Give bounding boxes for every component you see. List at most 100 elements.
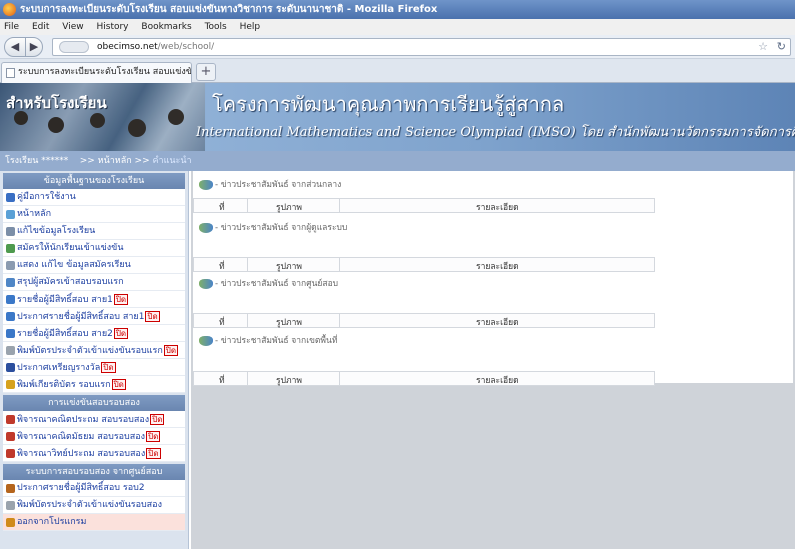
- sidebar-item[interactable]: หน้าหลัก: [3, 206, 185, 223]
- col-no: ที่: [219, 376, 225, 386]
- sidebar-item[interactable]: ประกาศรายชื่อผู้มีสิทธิ์สอบ สาย1 ปิด: [3, 308, 185, 325]
- list-icon: [6, 261, 15, 270]
- news-table-header: ที่ รูปภาพ รายละเอียด: [193, 198, 655, 213]
- page-favicon-icon: [6, 68, 15, 78]
- sidebar-section-header: ระบบการสอบรอบสอง จากศูนย์สอบ: [3, 464, 185, 480]
- news-table-header: ที่ รูปภาพ รายละเอียด: [193, 371, 655, 386]
- sidebar-section-header: ข้อมูลพื้นฐานของโรงเรียน: [3, 173, 185, 189]
- sidebar-item[interactable]: พิจารณาคณิตประถม สอบรอบสอง ปิด: [3, 411, 185, 428]
- sidebar-item-label: หน้าหลัก: [17, 209, 52, 219]
- sidebar-item[interactable]: คู่มือการใช้งาน: [3, 189, 185, 206]
- url-path: /web/school/: [157, 42, 215, 52]
- sidebar-item-label: สรุปผู้สมัครเข้าสอบรอบแรก: [17, 277, 124, 287]
- sidebar-item[interactable]: พิมพ์บัตรประจำตัวเข้าแข่งขันรอบสอง: [3, 497, 185, 514]
- sidebar-item-label: พิมพ์บัตรประจำตัวเข้าแข่งขันรอบแรก: [17, 346, 163, 356]
- new-tab-button[interactable]: +: [196, 63, 216, 81]
- closed-badge: ปิด: [146, 448, 161, 459]
- menu-bookmarks[interactable]: Bookmarks: [141, 22, 191, 32]
- sidebar-item-label: พิจารณาคณิตประถม สอบรอบสอง: [17, 415, 150, 425]
- school-section-label: สำหรับโรงเรียน: [6, 94, 107, 112]
- menu-history[interactable]: History: [96, 22, 128, 32]
- sidebar-item[interactable]: พิจารณาคณิตมัธยม สอบรอบสอง ปิด: [3, 428, 185, 445]
- sidebar-item-label: พิมพ์บัตรประจำตัวเข้าแข่งขันรอบสอง: [17, 500, 162, 510]
- check-icon: [6, 415, 15, 424]
- sidebar-item[interactable]: แสดง แก้ไข ข้อมูลสมัครเรียน: [3, 257, 185, 274]
- globe-icon: [6, 295, 15, 304]
- forward-button[interactable]: ▶: [25, 37, 43, 57]
- summary-icon: [6, 278, 15, 287]
- news-section-central: - ข่าวประชาสัมพันธ์ จากส่วนกลาง: [193, 175, 793, 196]
- col-detail: รายละเอียด: [476, 262, 519, 272]
- site-identity-icon[interactable]: [59, 41, 89, 53]
- bookmark-star-icon[interactable]: ☆: [758, 39, 768, 55]
- news-section-exam-center: - ข่าวประชาสัมพันธ์ จากศูนย์สอบ: [193, 274, 793, 295]
- sidebar-item[interactable]: พิมพ์เกียรติบัตร รอบแรก ปิด: [3, 376, 185, 393]
- tab-label: ระบบการลงทะเบียนระดับโรงเรียน สอบแข่งขัน…: [18, 67, 192, 77]
- home-icon: [6, 210, 15, 219]
- sidebar-item[interactable]: รายชื่อผู้มีสิทธิ์สอบ สาย1 ปิด: [3, 291, 185, 308]
- back-button[interactable]: ◀: [4, 37, 26, 57]
- main-content: - ข่าวประชาสัมพันธ์ จากส่วนกลาง ที่ รูปภ…: [191, 171, 795, 549]
- sidebar-item-label: ประกาศเหรียญรางวัล: [17, 363, 101, 373]
- col-image: รูปภาพ: [276, 318, 302, 328]
- sidebar-item-label: พิจารณาคณิตมัธยม สอบรอบสอง: [17, 432, 146, 442]
- sidebar-item[interactable]: ออกจากโปรแกรม: [3, 514, 185, 531]
- print-icon: [6, 501, 15, 510]
- menu-tools[interactable]: Tools: [205, 22, 227, 32]
- firefox-icon: [3, 3, 16, 16]
- news-heading: - ข่าวประชาสัมพันธ์ จากศูนย์สอบ: [215, 279, 339, 289]
- menu-view[interactable]: View: [62, 22, 83, 32]
- col-image: รูปภาพ: [276, 376, 302, 386]
- book-icon: [6, 193, 15, 202]
- back-arrow-icon: ◀: [10, 40, 20, 53]
- sidebar-item-label: คู่มือการใช้งาน: [17, 192, 76, 202]
- reload-icon[interactable]: ↻: [777, 39, 786, 55]
- window-title: ระบบการลงทะเบียนระดับโรงเรียน สอบแข่งขัน…: [20, 4, 438, 15]
- sidebar-item[interactable]: รายชื่อผู้มีสิทธิ์สอบ สาย2 ปิด: [3, 325, 185, 342]
- col-detail: รายละเอียด: [476, 376, 519, 386]
- sidebar-item-label: ประกาศรายชื่อผู้มีสิทธิ์สอบ รอบ2: [17, 483, 145, 493]
- medal-icon: [6, 363, 15, 372]
- col-no: ที่: [219, 203, 225, 213]
- sidebar-item-label: พิมพ์เกียรติบัตร รอบแรก: [17, 380, 111, 390]
- col-image: รูปภาพ: [276, 203, 302, 213]
- tab-active[interactable]: ระบบการลงทะเบียนระดับโรงเรียน สอบแข่งขัน…: [1, 62, 192, 83]
- sidebar-item[interactable]: พิจารณาวิทย์ประถม สอบรอบสอง ปิด: [3, 445, 185, 462]
- sidebar-item-label: แสดง แก้ไข ข้อมูลสมัครเรียน: [17, 260, 131, 270]
- menu-file[interactable]: File: [4, 22, 19, 32]
- breadcrumb-home-link[interactable]: >> หน้าหลัก >>: [80, 156, 150, 166]
- megaphone-icon: [199, 223, 213, 233]
- sidebar-menu: ข้อมูลพื้นฐานของโรงเรียนคู่มือการใช้งานห…: [0, 171, 189, 549]
- sidebar-item-label: ออกจากโปรแกรม: [17, 517, 87, 527]
- project-title-thai: โครงการพัฒนาคุณภาพการเรียนรู้สู่สากล: [212, 92, 565, 116]
- col-image: รูปภาพ: [276, 262, 302, 272]
- closed-badge: ปิด: [113, 294, 129, 305]
- check-icon: [6, 449, 15, 458]
- sidebar-item[interactable]: ประกาศเหรียญรางวัล ปิด: [3, 359, 185, 376]
- sidebar-item-label: รายชื่อผู้มีสิทธิ์สอบ สาย1: [17, 295, 113, 305]
- site-banner: สำหรับโรงเรียน โครงการพัฒนาคุณภาพการเรีย…: [0, 83, 795, 151]
- sidebar-item[interactable]: สรุปผู้สมัครเข้าสอบรอบแรก: [3, 274, 185, 291]
- col-detail: รายละเอียด: [476, 318, 519, 328]
- sidebar-item-label: ประกาศรายชื่อผู้มีสิทธิ์สอบ สาย1: [17, 312, 145, 322]
- sidebar-item[interactable]: พิมพ์บัตรประจำตัวเข้าแข่งขันรอบแรก ปิด: [3, 342, 185, 359]
- sidebar-item-label: พิจารณาวิทย์ประถม สอบรอบสอง: [17, 449, 146, 459]
- sidebar-item-label: สมัครให้นักเรียนเข้าแข่งขัน: [17, 243, 124, 253]
- sidebar-item-label: แก้ไขข้อมูลโรงเรียน: [17, 226, 96, 236]
- certificate-icon: [6, 380, 15, 389]
- menu-edit[interactable]: Edit: [32, 22, 49, 32]
- sidebar-item[interactable]: แก้ไขข้อมูลโรงเรียน: [3, 223, 185, 240]
- news-table-header: ที่ รูปภาพ รายละเอียด: [193, 313, 655, 328]
- sidebar-section-header: การแข่งขันสอบรอบสอง: [3, 395, 185, 411]
- menu-help[interactable]: Help: [240, 22, 261, 32]
- url-host: obecimso.net: [97, 42, 158, 52]
- closed-badge: ปิด: [145, 311, 160, 322]
- globe-icon: [6, 329, 15, 338]
- sidebar-item[interactable]: สมัครให้นักเรียนเข้าแข่งขัน: [3, 240, 185, 257]
- megaphone-icon: [199, 336, 213, 346]
- sidebar-item-label: รายชื่อผู้มีสิทธิ์สอบ สาย2: [17, 329, 113, 339]
- window-titlebar: ระบบการลงทะเบียนระดับโรงเรียน สอบแข่งขัน…: [0, 0, 795, 19]
- url-bar[interactable]: obecimso.net/web/school/ ☆ ↻: [52, 38, 791, 56]
- announce-icon: [6, 484, 15, 493]
- sidebar-item[interactable]: ประกาศรายชื่อผู้มีสิทธิ์สอบ รอบ2: [3, 480, 185, 497]
